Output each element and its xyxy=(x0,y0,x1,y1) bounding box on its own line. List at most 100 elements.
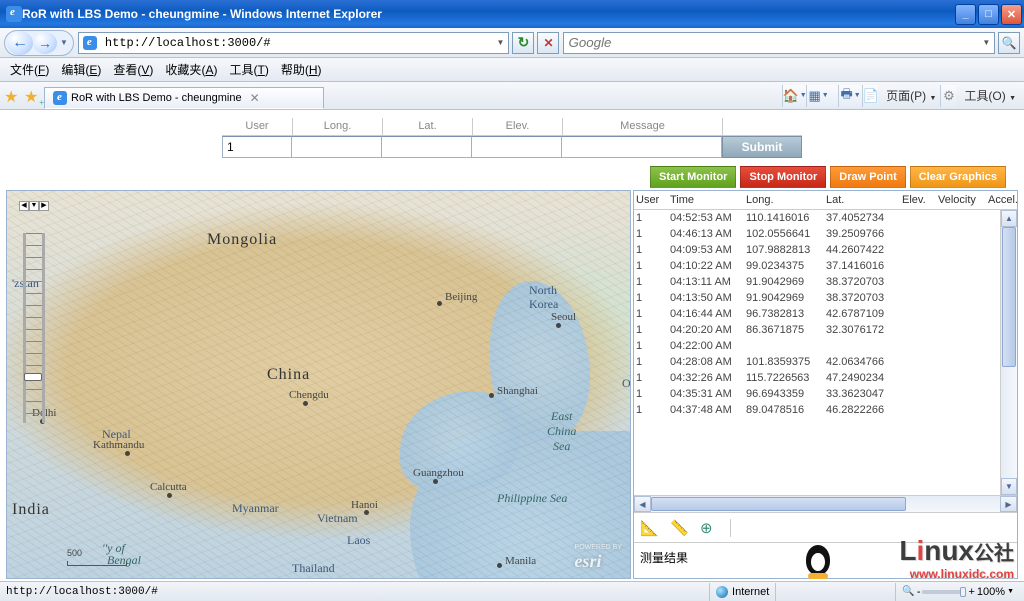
col-user[interactable]: User xyxy=(634,191,668,209)
scroll-down-button[interactable]: ▼ xyxy=(1001,478,1017,495)
measure-area-icon[interactable]: 📐 xyxy=(640,519,658,537)
start-monitor-button[interactable]: Start Monitor xyxy=(650,166,736,188)
message-input[interactable] xyxy=(562,136,722,158)
print-button[interactable]: 🖶▼ xyxy=(838,85,862,107)
scroll-right-button[interactable]: ▶ xyxy=(1000,496,1017,512)
status-protected-mode xyxy=(775,583,895,601)
map-zoom-control[interactable]: ▲ ◀ ▶ ▼ xyxy=(19,201,49,425)
table-row[interactable]: 104:28:08 AM101.835937542.0634766 xyxy=(634,354,1017,370)
measure-location-icon[interactable]: ⊕ xyxy=(700,519,718,537)
zoom-thumb[interactable] xyxy=(24,373,42,381)
col-accel[interactable]: Accel. xyxy=(986,191,1024,209)
menu-tools[interactable]: 工具(T) xyxy=(223,59,274,80)
measure-result: 测量结果 xyxy=(634,542,1017,578)
map-label-nkorea2: Korea xyxy=(529,297,558,312)
measure-toolbar: 📐 📏 ⊕ xyxy=(634,512,1017,542)
table-row[interactable]: 104:52:53 AM110.141601637.4052734 xyxy=(634,210,1017,226)
col-long[interactable]: Long. xyxy=(744,191,824,209)
table-row[interactable]: 104:20:20 AM86.367187532.3076172 xyxy=(634,322,1017,338)
table-row[interactable]: 104:13:50 AM91.904296938.3720703 xyxy=(634,290,1017,306)
menu-file[interactable]: 文件(F) xyxy=(4,59,55,80)
menu-view[interactable]: 查看(V) xyxy=(107,59,159,80)
table-row[interactable]: 104:35:31 AM96.694335933.3623047 xyxy=(634,386,1017,402)
feeds-button[interactable]: ▦▼ xyxy=(806,85,830,107)
menu-edit[interactable]: 编辑(E) xyxy=(55,59,107,80)
zoom-slider[interactable] xyxy=(23,233,45,423)
pan-right-button[interactable]: ▶ xyxy=(39,201,49,211)
map[interactable]: Mongolia China India Nepal 'zstan Myanma… xyxy=(6,190,631,579)
map-label-philsea: Philippine Sea xyxy=(497,491,567,506)
clear-graphics-button[interactable]: Clear Graphics xyxy=(910,166,1006,188)
pan-left-button[interactable]: ◀ xyxy=(19,201,29,211)
maximize-button[interactable]: □ xyxy=(978,4,999,25)
vscroll-thumb[interactable] xyxy=(1002,227,1016,367)
scroll-up-button[interactable]: ▲ xyxy=(1001,210,1017,227)
page-menu[interactable]: 页面(P) ▼ xyxy=(878,87,940,104)
user-input[interactable] xyxy=(222,136,292,158)
back-button[interactable]: ← xyxy=(7,31,33,55)
map-city-kathmandu: Kathmandu xyxy=(93,439,144,451)
search-dropdown[interactable]: ▼ xyxy=(979,38,994,47)
address-bar[interactable]: ▼ xyxy=(78,32,510,54)
pan-down-button[interactable]: ▼ xyxy=(29,201,39,211)
col-velocity[interactable]: Velocity xyxy=(936,191,986,209)
address-input[interactable] xyxy=(101,34,493,52)
lat-input[interactable] xyxy=(382,136,472,158)
map-city-manila: Manila xyxy=(505,555,536,567)
measure-distance-icon[interactable]: 📏 xyxy=(670,519,688,537)
search-box[interactable]: ▼ xyxy=(563,32,995,54)
status-zoom[interactable]: 🔍 -+ 100% ▼ xyxy=(895,583,1020,601)
forward-button[interactable]: → xyxy=(33,32,57,54)
add-favorites-icon[interactable]: ★+ xyxy=(24,87,42,105)
map-label-china: China xyxy=(267,366,310,384)
table-row[interactable]: 104:13:11 AM91.904296938.3720703 xyxy=(634,274,1017,290)
table-row[interactable]: 104:37:48 AM89.047851646.2822266 xyxy=(634,402,1017,418)
tools-menu[interactable]: 工具(O) ▼ xyxy=(956,87,1020,104)
address-dropdown[interactable]: ▼ xyxy=(492,38,508,47)
table-row[interactable]: 104:10:22 AM99.023437537.1416016 xyxy=(634,258,1017,274)
long-input[interactable] xyxy=(292,136,382,158)
stop-monitor-button[interactable]: Stop Monitor xyxy=(740,166,826,188)
horizontal-scrollbar[interactable]: ◀ ▶ xyxy=(634,495,1017,512)
map-label-mongolia: Mongolia xyxy=(207,231,277,249)
nav-buttons: ← → ▼ xyxy=(4,30,74,56)
table-row[interactable]: 104:16:44 AM96.738281342.6787109 xyxy=(634,306,1017,322)
favorites-star-icon[interactable]: ★ xyxy=(4,87,22,105)
map-city-chengdu: Chengdu xyxy=(289,389,329,401)
table-body[interactable]: 104:52:53 AM110.141601637.4052734104:46:… xyxy=(634,210,1017,495)
col-time[interactable]: Time xyxy=(668,191,744,209)
draw-point-button[interactable]: Draw Point xyxy=(830,166,905,188)
menu-favorites[interactable]: 收藏夹(A) xyxy=(159,59,223,80)
search-button[interactable]: 🔍 xyxy=(998,32,1020,54)
tools-menu-icon: ⚙ xyxy=(940,85,956,107)
table-row[interactable]: 104:32:26 AM115.722656347.2490234 xyxy=(634,370,1017,386)
submit-button[interactable]: Submit xyxy=(722,136,802,158)
page-menu-icon: 📄 xyxy=(862,85,878,107)
map-label-laos: Laos xyxy=(347,533,370,548)
menu-help[interactable]: 帮助(H) xyxy=(275,59,328,80)
browser-tab[interactable]: RoR with LBS Demo - cheungmine ✕ xyxy=(44,87,324,109)
minimize-button[interactable]: _ xyxy=(955,4,976,25)
scroll-left-button[interactable]: ◀ xyxy=(634,496,651,512)
form-header-user: User xyxy=(222,118,292,136)
table-row[interactable]: 104:09:53 AM107.988281344.2607422 xyxy=(634,242,1017,258)
status-zone[interactable]: Internet xyxy=(709,583,775,601)
hscroll-thumb[interactable] xyxy=(651,497,906,511)
search-input[interactable] xyxy=(564,33,978,52)
close-button[interactable]: ✕ xyxy=(1001,4,1022,25)
map-label-thailand: Thailand xyxy=(292,561,335,576)
home-button[interactable]: 🏠▼ xyxy=(782,85,806,107)
nav-history-dropdown[interactable]: ▼ xyxy=(57,38,71,47)
form-header-elev: Elev. xyxy=(472,118,562,136)
map-label-india: India xyxy=(12,501,50,519)
map-scale: 500 xyxy=(67,548,127,568)
col-elev[interactable]: Elev. xyxy=(900,191,936,209)
stop-button[interactable]: ✕ xyxy=(537,32,559,54)
table-row[interactable]: 104:46:13 AM102.055664139.2509766 xyxy=(634,226,1017,242)
vertical-scrollbar[interactable]: ▲ ▼ xyxy=(1000,210,1017,495)
tab-close-icon[interactable]: ✕ xyxy=(250,91,260,105)
elev-input[interactable] xyxy=(472,136,562,158)
table-row[interactable]: 104:22:00 AM xyxy=(634,338,1017,354)
col-lat[interactable]: Lat. xyxy=(824,191,900,209)
refresh-button[interactable]: ↻ xyxy=(512,32,534,54)
